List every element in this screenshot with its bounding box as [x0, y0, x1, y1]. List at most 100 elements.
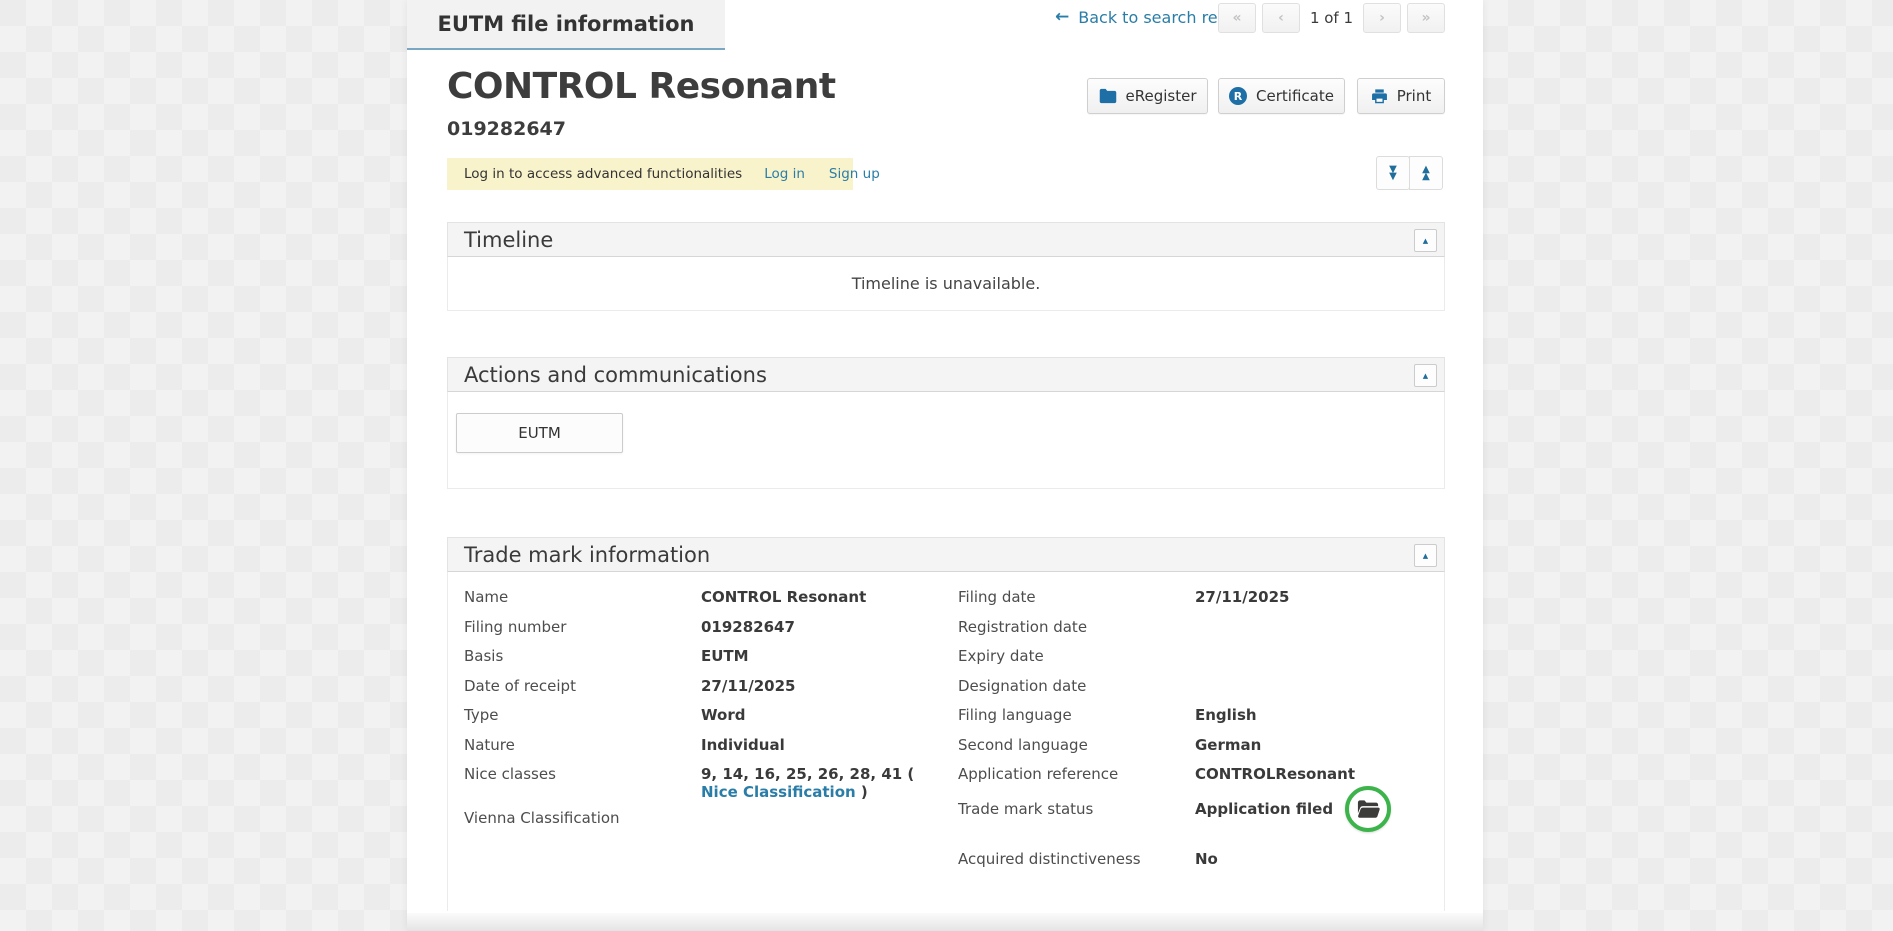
actions-section-header: Actions and communications ▲ — [447, 357, 1445, 392]
info-label: Vienna Classification — [464, 809, 701, 827]
info-value: EUTM — [701, 647, 749, 665]
info-value: Application filed — [1195, 800, 1391, 818]
info-row: Acquired distinctivenessNo — [958, 850, 1428, 880]
timeline-section-body: Timeline is unavailable. — [447, 257, 1445, 311]
info-value: German — [1195, 736, 1261, 754]
info-value: 019282647 — [701, 618, 795, 636]
info-value: CONTROL Resonant — [701, 588, 866, 606]
info-label: Trade mark status — [958, 800, 1195, 818]
info-label: Filing number — [464, 618, 701, 636]
info-row: Expiry date — [958, 647, 1428, 677]
info-label: Acquired distinctiveness — [958, 850, 1195, 868]
timeline-section: Timeline ▲ Timeline is unavailable. — [447, 222, 1445, 311]
timeline-collapse-button[interactable]: ▲ — [1414, 229, 1437, 252]
certificate-button[interactable]: R Certificate — [1218, 78, 1345, 114]
trademark-info-right-column: Filing date27/11/2025Registration date Ex… — [958, 588, 1428, 880]
timeline-unavailable-message: Timeline is unavailable. — [852, 274, 1041, 293]
prev-page-icon: ‹ — [1278, 10, 1284, 26]
info-label: Filing date — [958, 588, 1195, 606]
info-row: Filing number019282647 — [464, 618, 946, 648]
log-in-link[interactable]: Log in — [764, 166, 805, 182]
actions-section-title: Actions and communications — [464, 363, 767, 387]
pagination-label: 1 of 1 — [1310, 9, 1353, 27]
printer-icon — [1371, 88, 1388, 105]
info-row: Second languageGerman — [958, 736, 1428, 766]
trademark-section-header: Trade mark information ▲ — [447, 537, 1445, 572]
next-page-icon: › — [1379, 10, 1385, 26]
sign-up-link[interactable]: Sign up — [829, 166, 880, 182]
info-row: Registration date — [958, 618, 1428, 648]
info-value: Individual — [701, 736, 785, 754]
info-label: Type — [464, 706, 701, 724]
registered-mark-icon: R — [1229, 87, 1247, 105]
info-label: Date of receipt — [464, 677, 701, 695]
application-filed-status-icon — [1345, 786, 1391, 832]
pagination-next-button[interactable]: › — [1363, 3, 1401, 33]
next-section-edge — [407, 913, 1483, 931]
eregister-button[interactable]: eRegister — [1087, 78, 1208, 114]
eregister-label: eRegister — [1126, 87, 1197, 105]
page-title: CONTROL Resonant — [447, 66, 836, 107]
collapse-arrow-icon: ▲ — [1423, 237, 1428, 245]
trademark-section-body: NameCONTROL ResonantFiling number0192826… — [447, 572, 1445, 911]
eutm-tab-label: EUTM — [518, 424, 561, 442]
collapse-all-sections-button[interactable]: ▲ ▲ — [1409, 156, 1443, 190]
folder-icon — [1099, 88, 1117, 104]
actions-section-body: EUTM — [447, 392, 1445, 489]
info-label: Second language — [958, 736, 1195, 754]
info-row: NatureIndividual — [464, 736, 946, 766]
info-label: Nature — [464, 736, 701, 754]
info-label: Designation date — [958, 677, 1195, 695]
info-label: Nice classes — [464, 765, 701, 783]
actions-communications-section: Actions and communications ▲ EUTM — [447, 357, 1445, 489]
info-value: Word — [701, 706, 745, 724]
tab-label: EUTM file information — [438, 12, 695, 36]
certificate-label: Certificate — [1256, 87, 1334, 105]
info-value: 27/11/2025 — [1195, 588, 1289, 606]
back-arrow-icon: ← — [1055, 7, 1069, 27]
timeline-section-header: Timeline ▲ — [447, 222, 1445, 257]
info-label: Filing language — [958, 706, 1195, 724]
timeline-section-title: Timeline — [464, 228, 553, 252]
info-row: Filing date27/11/2025 — [958, 588, 1428, 618]
info-value: English — [1195, 706, 1257, 724]
info-label: Basis — [464, 647, 701, 665]
login-banner-message: Log in to access advanced functionalitie… — [464, 166, 742, 182]
info-row: Trade mark statusApplication filed — [958, 795, 1428, 825]
info-value: CONTROLResonant — [1195, 765, 1355, 783]
last-page-icon: » — [1421, 10, 1430, 26]
info-label: Registration date — [958, 618, 1195, 636]
info-label: Expiry date — [958, 647, 1195, 665]
info-label: Name — [464, 588, 701, 606]
info-value: 9, 14, 16, 25, 26, 28, 41 ( Nice Classif… — [701, 765, 923, 801]
info-row: BasisEUTM — [464, 647, 946, 677]
info-row: Filing languageEnglish — [958, 706, 1428, 736]
trademark-collapse-button[interactable]: ▲ — [1414, 544, 1437, 567]
info-row: Date of receipt27/11/2025 — [464, 677, 946, 707]
print-button[interactable]: Print — [1357, 78, 1445, 114]
info-row: Vienna Classification — [464, 809, 946, 839]
collapse-arrow-icon: ▲ — [1423, 552, 1428, 560]
eutm-tab-button[interactable]: EUTM — [456, 413, 623, 453]
first-page-icon: « — [1232, 10, 1241, 26]
tab-eutm-file-information[interactable]: EUTM file information — [407, 0, 725, 50]
results-pagination: « ‹ 1 of 1 › » — [1218, 2, 1445, 33]
info-row: Nice classes9, 14, 16, 25, 26, 28, 41 ( … — [464, 765, 946, 801]
actions-collapse-button[interactable]: ▲ — [1414, 364, 1437, 387]
pagination-last-button[interactable]: » — [1407, 3, 1445, 33]
info-label: Application reference — [958, 765, 1195, 783]
info-row: NameCONTROL Resonant — [464, 588, 946, 618]
filing-number-heading: 019282647 — [447, 118, 566, 140]
info-row: Designation date — [958, 677, 1428, 707]
expand-all-sections-button[interactable]: ▼ ▼ — [1376, 156, 1410, 190]
collapse-arrow-icon: ▲ — [1423, 372, 1428, 380]
eutm-file-page: EUTM file information ← Back to search r… — [407, 0, 1483, 931]
trademark-info-left-column: NameCONTROL ResonantFiling number0192826… — [464, 588, 946, 839]
nice-classification-link[interactable]: Nice Classification — [701, 783, 856, 801]
print-label: Print — [1397, 87, 1432, 105]
pagination-first-button[interactable]: « — [1218, 3, 1256, 33]
login-banner: Log in to access advanced functionalitie… — [447, 158, 853, 190]
pagination-prev-button[interactable]: ‹ — [1262, 3, 1300, 33]
trade-mark-information-section: Trade mark information ▲ NameCONTROL Res… — [447, 537, 1445, 911]
info-value: No — [1195, 850, 1218, 868]
